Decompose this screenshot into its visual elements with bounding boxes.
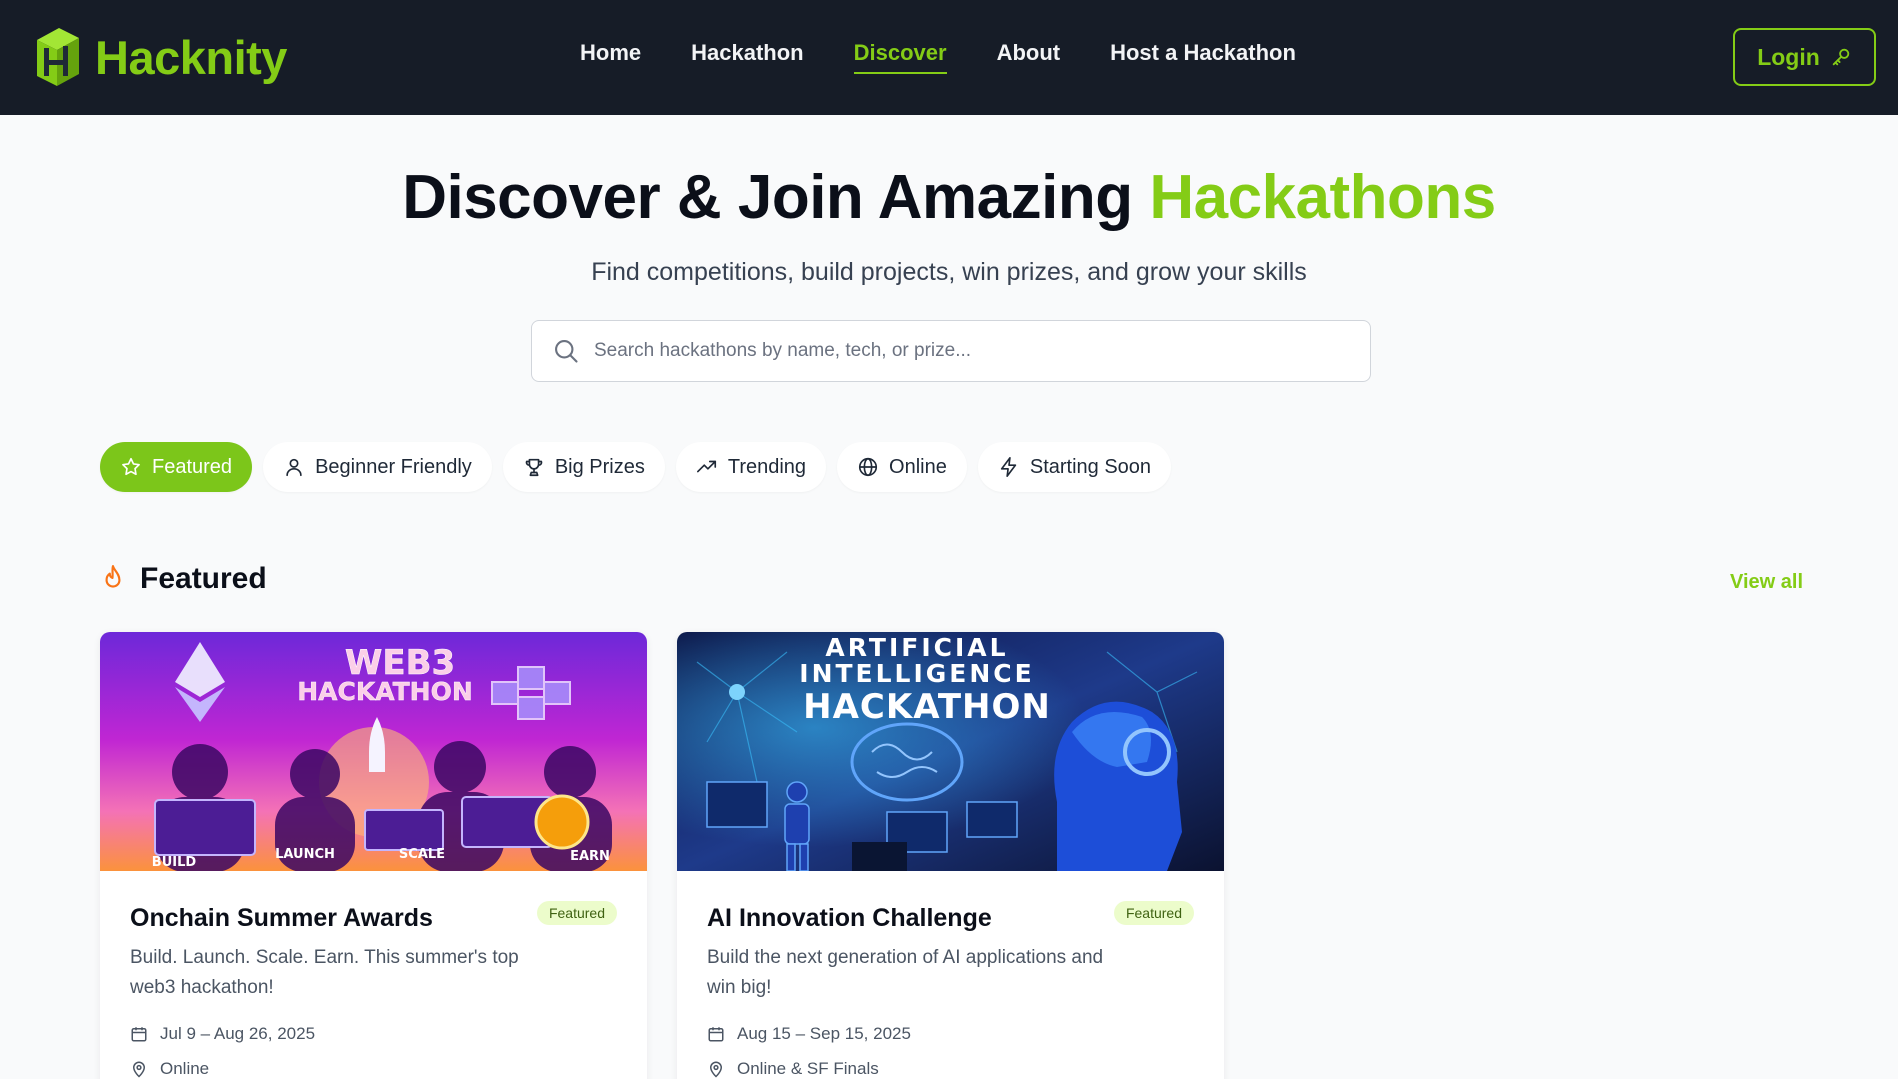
calendar-icon bbox=[708, 1027, 724, 1042]
nav-discover[interactable]: Discover bbox=[853, 40, 947, 74]
search-bar[interactable] bbox=[531, 320, 1371, 382]
page-title-main: Discover & Join Amazing bbox=[402, 163, 1133, 232]
hackathon-card[interactable]: WEB3 HACKATHON BUILD LAUNCH SCALE EARN O… bbox=[100, 632, 647, 1079]
filter-beginner-friendly[interactable]: Beginner Friendly bbox=[263, 442, 492, 492]
featured-badge: Featured bbox=[1113, 901, 1194, 925]
card-description: Build. Launch. Scale. Earn. This summer'… bbox=[130, 947, 519, 998]
filter-label: Featured bbox=[152, 455, 233, 478]
search-icon bbox=[555, 340, 578, 363]
main-nav: Home Hackathon Discover About Host a Hac… bbox=[580, 40, 1346, 74]
card-title: AI Innovation Challenge bbox=[707, 904, 992, 932]
page-title: Discover & Join Amazing Hackathons bbox=[0, 162, 1898, 233]
banner-line2: INTELLIGENCE bbox=[799, 659, 1034, 688]
filter-big-prizes[interactable]: Big Prizes bbox=[502, 442, 665, 492]
brand-name: Hacknity bbox=[95, 30, 287, 84]
banner-line1: ARTIFICIAL bbox=[825, 633, 1008, 662]
filter-label: Big Prizes bbox=[554, 455, 645, 478]
card-location-text: Online & SF Finals bbox=[737, 1059, 879, 1078]
section-header: Featured bbox=[100, 562, 267, 596]
page-subtitle: Find competitions, build projects, win p… bbox=[591, 258, 1307, 286]
filter-featured[interactable]: Featured bbox=[100, 442, 253, 492]
featured-badge: Featured bbox=[536, 901, 617, 925]
banner-line3: HACKATHON bbox=[803, 687, 1051, 727]
filter-online[interactable]: Online bbox=[837, 442, 967, 492]
user-icon bbox=[286, 458, 302, 477]
nav-home[interactable]: Home bbox=[580, 40, 641, 74]
page-title-accent: Hackathons bbox=[1149, 163, 1496, 232]
filter-chips: Featured Beginner Friendly Big Prizes Tr… bbox=[100, 442, 1182, 492]
location-pin-icon bbox=[709, 1061, 723, 1078]
calendar-icon bbox=[131, 1027, 147, 1042]
brand[interactable]: Hacknity bbox=[33, 24, 287, 90]
lightning-icon bbox=[1000, 457, 1017, 477]
star-icon bbox=[122, 457, 140, 476]
card-banner-image: WEB3 HACKATHON BUILD LAUNCH SCALE EARN bbox=[100, 632, 647, 871]
login-label: Login bbox=[1757, 43, 1820, 70]
card-date-text: Aug 15 – Sep 15, 2025 bbox=[737, 1024, 911, 1043]
key-icon bbox=[1832, 48, 1850, 66]
banner-caption: LAUNCH bbox=[275, 847, 335, 862]
card-location: Online & SF Finals bbox=[707, 1059, 879, 1079]
nav-about[interactable]: About bbox=[997, 40, 1061, 74]
card-description: Build the next generation of AI applicat… bbox=[707, 947, 1104, 998]
location-pin-icon bbox=[132, 1061, 146, 1078]
banner-caption: EARN bbox=[570, 849, 610, 864]
trending-icon bbox=[696, 460, 716, 473]
section-title: Featured bbox=[140, 562, 267, 595]
nav-host-hackathon[interactable]: Host a Hackathon bbox=[1110, 40, 1296, 74]
card-location-text: Online bbox=[160, 1059, 210, 1078]
banner-caption: BUILD bbox=[152, 855, 197, 870]
nav-hackathon[interactable]: Hackathon bbox=[691, 40, 803, 74]
banner-caption: SCALE bbox=[399, 847, 445, 862]
hacknity-logo-icon bbox=[37, 28, 79, 86]
search-input[interactable] bbox=[594, 340, 1354, 362]
navbar: Hacknity Home Hackathon Discover About H… bbox=[0, 0, 1898, 115]
card-date-text: Jul 9 – Aug 26, 2025 bbox=[160, 1024, 316, 1043]
view-all-link[interactable]: View all bbox=[1730, 571, 1803, 594]
card-banner-image: ARTIFICIAL INTELLIGENCE HACKATHON bbox=[677, 632, 1224, 871]
card-date: Jul 9 – Aug 26, 2025 bbox=[130, 1024, 315, 1044]
globe-icon bbox=[858, 457, 878, 477]
login-button[interactable]: Login bbox=[1733, 28, 1876, 86]
filter-starting-soon[interactable]: Starting Soon bbox=[977, 442, 1172, 492]
filter-label: Trending bbox=[727, 455, 807, 478]
card-title: Onchain Summer Awards bbox=[130, 904, 433, 932]
hackathon-card[interactable]: ARTIFICIAL INTELLIGENCE HACKATHON AI Inn… bbox=[677, 632, 1224, 1079]
filter-label: Starting Soon bbox=[1029, 455, 1152, 478]
filter-label: Online bbox=[889, 455, 947, 478]
trophy-icon bbox=[525, 458, 543, 477]
card-location: Online bbox=[130, 1059, 209, 1079]
card-date: Aug 15 – Sep 15, 2025 bbox=[707, 1024, 911, 1044]
filter-label: Beginner Friendly bbox=[315, 455, 472, 478]
banner-line2: HACKATHON bbox=[297, 677, 473, 706]
flame-icon bbox=[105, 565, 121, 588]
filter-trending[interactable]: Trending bbox=[675, 442, 827, 492]
